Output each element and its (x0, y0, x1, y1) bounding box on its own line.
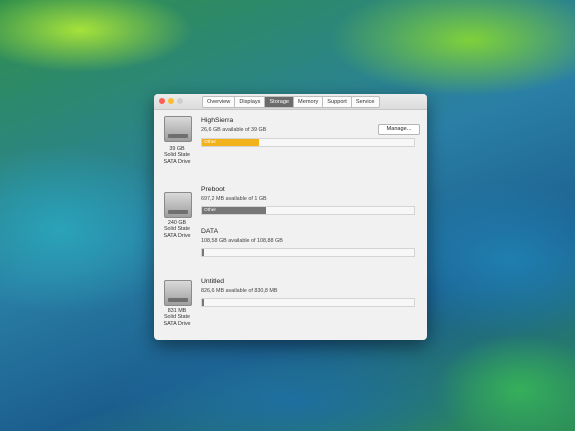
volume-name: HighSierra (201, 117, 234, 124)
volume-available: 697,2 MB available of 1 GB (201, 196, 267, 202)
drive-interface: SATA Drive (163, 232, 191, 239)
storage-bar (201, 248, 415, 257)
tab-memory[interactable]: Memory (294, 96, 324, 108)
hard-drive-icon (164, 116, 192, 142)
volume-name: Untitled (201, 278, 225, 285)
drive-interface: SATA Drive (163, 320, 191, 327)
zoom-button[interactable] (177, 98, 183, 104)
storage-bar-fill (202, 249, 204, 256)
hard-drive-icon (164, 280, 192, 306)
minimize-button[interactable] (168, 98, 174, 104)
system-information-window: Overview Displays Storage Memory Support… (154, 94, 427, 340)
storage-bar-fill (202, 299, 204, 306)
storage-bar-fill: Other (202, 139, 260, 146)
storage-bar (201, 298, 415, 307)
volume-available: 108,58 GB available of 108,88 GB (201, 238, 283, 244)
storage-bar-fill: Other (202, 207, 266, 214)
tab-service[interactable]: Service (351, 96, 380, 108)
volume-name: Preboot (201, 186, 225, 193)
volume-available: 826,6 MB available of 830,8 MB (201, 288, 278, 294)
hard-drive-icon (164, 192, 192, 218)
volume-available: 26,6 GB available of 39 GB (201, 127, 267, 133)
tab-storage[interactable]: Storage (265, 96, 295, 108)
tab-overview[interactable]: Overview (202, 96, 236, 108)
close-button[interactable] (159, 98, 165, 104)
manage-button[interactable]: Manage... (378, 124, 420, 135)
drive-info: 240 GB Solid State SATA Drive (157, 220, 197, 239)
tab-bar: Overview Displays Storage Memory Support… (202, 96, 380, 108)
drive-interface: SATA Drive (163, 158, 191, 165)
tab-support[interactable]: Support (323, 96, 352, 108)
volume-name: DATA (201, 228, 219, 235)
tab-displays[interactable]: Displays (235, 96, 266, 108)
storage-bar: Other (201, 206, 415, 215)
title-bar[interactable]: Overview Displays Storage Memory Support… (154, 94, 427, 110)
storage-bar: Other (201, 138, 415, 147)
drive-info: 831 MB Solid State SATA Drive (157, 308, 197, 327)
drive-info: 39 GB Solid State SATA Drive (157, 146, 197, 165)
